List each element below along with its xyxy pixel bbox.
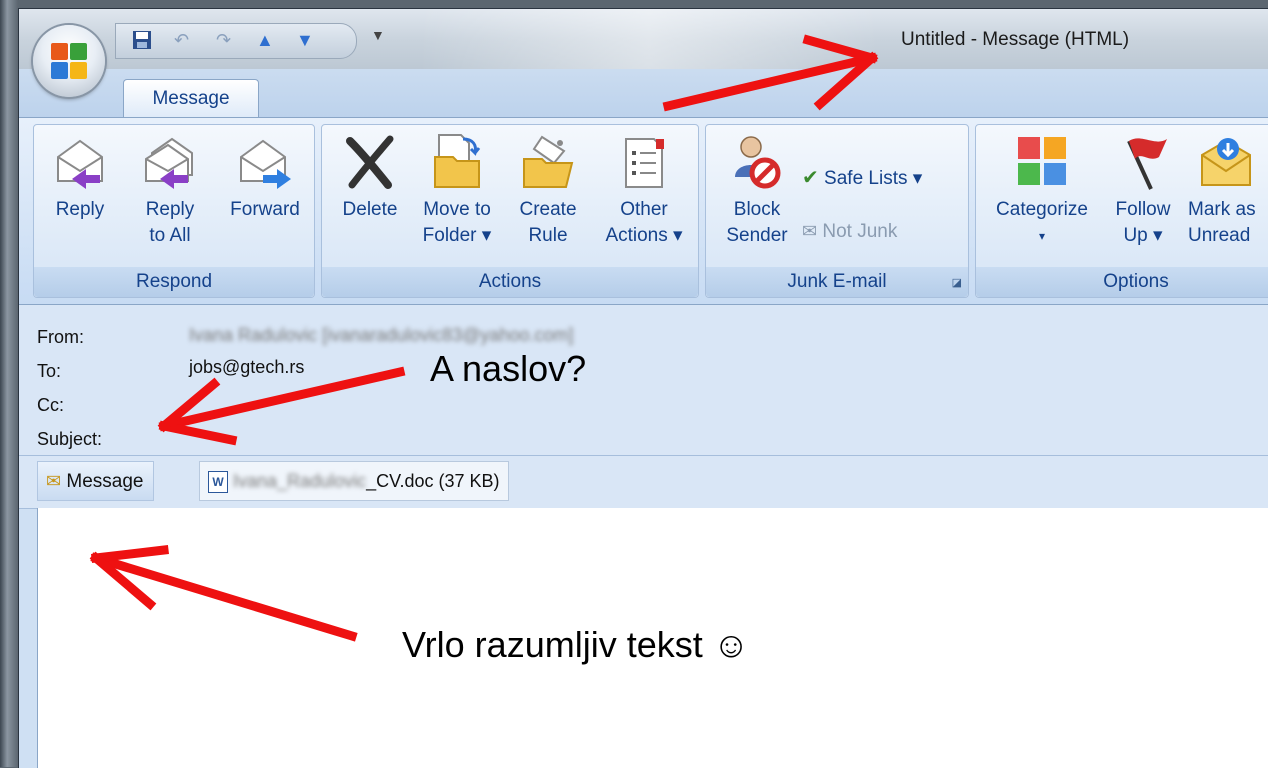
reply-all-label-1: Reply bbox=[145, 199, 195, 220]
create-rule-label-2: Rule bbox=[528, 225, 568, 246]
move-label-2: Folder ▾ bbox=[422, 225, 492, 246]
ribbon-tabs: Message bbox=[19, 69, 1268, 120]
message-tab-label: Message bbox=[66, 471, 144, 492]
undo-icon[interactable]: ↶ bbox=[174, 30, 189, 50]
cc-label: Cc: bbox=[37, 395, 64, 415]
group-options: Categorize ▾ Follow Up ▾ Mark as Unread … bbox=[975, 124, 1268, 298]
other-actions-label-2: Actions ▾ bbox=[605, 225, 683, 246]
move-to-folder-button[interactable]: Move to Folder ▾ bbox=[412, 133, 502, 249]
to-value[interactable]: jobs@gtech.rs bbox=[189, 357, 304, 378]
group-options-title: Options bbox=[976, 267, 1268, 297]
follow-up-label-1: Follow bbox=[1115, 199, 1171, 220]
reply-all-button[interactable]: Reply to All bbox=[130, 133, 210, 249]
reply-all-icon bbox=[145, 137, 193, 189]
title-glass bbox=[419, 9, 879, 77]
annotation-body-note: Vrlo razumljiv tekst ☺ bbox=[402, 624, 750, 665]
create-rule-icon bbox=[523, 135, 574, 188]
block-sender-button[interactable]: Block Sender bbox=[712, 133, 802, 249]
other-actions-button[interactable]: Other Actions ▾ bbox=[594, 133, 694, 249]
safe-lists-icon: ✔ bbox=[802, 167, 819, 189]
window-title: Untitled - Message (HTML) bbox=[901, 29, 1130, 50]
forward-button[interactable]: Forward bbox=[220, 133, 310, 223]
block-sender-label-1: Block bbox=[733, 199, 781, 220]
office-logo-icon bbox=[51, 43, 87, 79]
group-actions: Delete Move to Folder ▾ Create Rule Othe… bbox=[321, 124, 699, 298]
customize-qat-icon[interactable]: ▼ bbox=[371, 27, 385, 43]
reply-label: Reply bbox=[55, 199, 105, 220]
office-button[interactable] bbox=[33, 25, 105, 97]
tab-message[interactable]: Message bbox=[123, 79, 259, 120]
window-frame-left bbox=[0, 0, 18, 767]
categorize-dropdown: ▾ bbox=[1038, 229, 1046, 243]
forward-icon bbox=[240, 139, 291, 189]
follow-up-button[interactable]: Follow Up ▾ bbox=[1106, 133, 1180, 249]
safe-lists-label: Safe Lists ▾ bbox=[824, 168, 923, 189]
group-respond: Reply Reply to All Forward Respond bbox=[33, 124, 315, 298]
reply-icon bbox=[57, 139, 103, 189]
categorize-label: Categorize bbox=[996, 199, 1088, 220]
move-to-folder-icon bbox=[434, 134, 481, 188]
forward-label: Forward bbox=[230, 199, 300, 220]
mark-unread-label-2: Unread bbox=[1188, 225, 1251, 246]
create-rule-button[interactable]: Create Rule bbox=[506, 133, 590, 249]
envelope-icon: ✉ bbox=[46, 471, 62, 491]
to-label: To: bbox=[37, 361, 62, 381]
word-doc-icon: W bbox=[208, 471, 228, 494]
delete-button[interactable]: Delete bbox=[332, 133, 408, 223]
subject-label: Subject: bbox=[37, 429, 103, 449]
create-rule-label-1: Create bbox=[519, 199, 577, 220]
categorize-button[interactable]: Categorize ▾ bbox=[984, 133, 1100, 249]
not-junk-button[interactable]: ✉ Not Junk bbox=[802, 221, 897, 243]
attachment-name-suffix: _CV.doc (37 KB) bbox=[366, 471, 500, 491]
delete-icon bbox=[346, 135, 394, 189]
reply-all-label-2: to All bbox=[149, 225, 191, 246]
group-junk-title: Junk E-mail bbox=[706, 267, 968, 297]
reply-button[interactable]: Reply bbox=[40, 133, 120, 223]
ribbon: Reply Reply to All Forward Respond Delet… bbox=[19, 117, 1268, 305]
quick-access-toolbar: ↶ ↷ ▲ ▼ bbox=[115, 23, 357, 59]
attachment-cv-doc[interactable]: W Ivana_Radulovic_CV.doc (37 KB) bbox=[199, 461, 509, 501]
message-header: From: Ivana Radulovic [ivanaradulovic83@… bbox=[19, 305, 1268, 455]
save-icon[interactable] bbox=[132, 30, 152, 54]
redo-icon[interactable]: ↷ bbox=[216, 30, 231, 50]
group-actions-title: Actions bbox=[322, 267, 698, 297]
next-item-icon[interactable]: ▼ bbox=[296, 30, 314, 50]
safe-lists-button[interactable]: ✔ Safe Lists ▾ bbox=[802, 165, 922, 190]
mark-unread-label-1: Mark as bbox=[1188, 199, 1256, 220]
block-sender-label-2: Sender bbox=[726, 225, 788, 246]
group-respond-title: Respond bbox=[34, 267, 314, 297]
message-body-tab[interactable]: ✉ Message bbox=[37, 461, 155, 501]
previous-item-icon[interactable]: ▲ bbox=[256, 30, 274, 50]
follow-up-flag-icon bbox=[1127, 138, 1167, 190]
block-sender-icon bbox=[735, 136, 781, 189]
not-junk-label: Not Junk bbox=[822, 221, 898, 242]
attachment-name-blurred: Ivana_Radulovic bbox=[233, 471, 367, 491]
mark-unread-button[interactable]: Mark as Unread bbox=[1188, 133, 1268, 249]
from-label: From: bbox=[37, 327, 84, 347]
attachment-bar: ✉ Message W Ivana_Radulovic_CV.doc (37 K… bbox=[19, 455, 1268, 509]
other-actions-icon bbox=[625, 138, 664, 188]
group-junk-email: Block Sender ✔ Safe Lists ▾ ✉ Not Junk J… bbox=[705, 124, 969, 298]
categorize-icon bbox=[1018, 137, 1066, 185]
from-value: Ivana Radulovic [ivanaradulovic83@yahoo.… bbox=[189, 325, 574, 345]
move-label-1: Move to bbox=[423, 199, 491, 220]
follow-up-label-2: Up ▾ bbox=[1123, 225, 1163, 246]
annotation-subject-note: A naslov? bbox=[430, 348, 587, 389]
not-junk-icon: ✉ bbox=[802, 221, 818, 241]
junk-dialog-launcher-icon[interactable]: ◪ bbox=[952, 276, 962, 289]
delete-label: Delete bbox=[342, 199, 398, 220]
mark-unread-icon bbox=[1201, 138, 1251, 186]
other-actions-label-1: Other bbox=[620, 199, 668, 220]
